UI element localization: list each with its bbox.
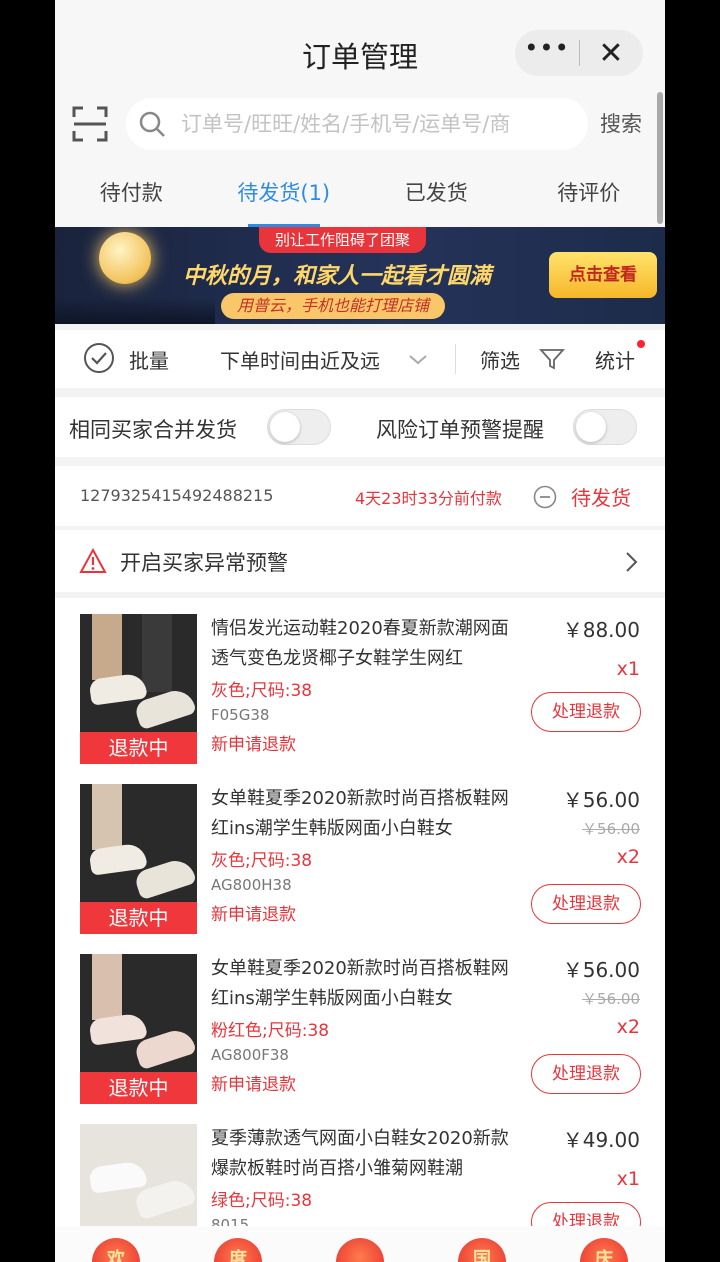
product-quantity: x1 — [616, 1168, 640, 1190]
product-price: ￥49.00 — [562, 1128, 640, 1152]
risk-alert-label: 风险订单预警提醒 — [376, 418, 544, 442]
product-name: 女单鞋夏季2020新款时尚百搭板鞋网红ins潮学生韩版网面小白鞋女 — [211, 958, 509, 1009]
list-item[interactable]: 退款中 女单鞋夏季2020新款时尚百搭板鞋网红ins潮学生韩版网面小白鞋女 粉红… — [55, 938, 665, 1108]
title-bar: 订单管理 ••• ✕ — [55, 0, 665, 95]
order-item-list: 退款中 情侣发光运动鞋2020春夏新款潮网面透气变色龙贤椰子女鞋学生网红 灰色;… — [55, 598, 665, 1226]
refund-status-tag: 退款中 — [80, 902, 197, 934]
nav-icon[interactable]: 度 — [214, 1238, 262, 1262]
product-code: F05G38 — [211, 706, 270, 724]
order-tabs: 待付款 待发货(1) 已发货 待评价 — [55, 155, 665, 227]
original-price: ￥56.00 — [582, 990, 640, 1008]
search-input[interactable] — [181, 106, 576, 142]
refund-note: 新申请退款 — [211, 905, 296, 925]
product-name: 情侣发光运动鞋2020春夏新款潮网面透气变色龙贤椰子女鞋学生网红 — [211, 618, 509, 669]
toggle-row: 相同买家合并发货 风险订单预警提醒 — [55, 397, 665, 457]
buyer-alert-label: 开启买家异常预警 — [120, 551, 288, 575]
search-row: 搜索 — [55, 95, 665, 155]
search-button[interactable]: 搜索 — [600, 108, 642, 138]
promo-banner[interactable]: 别让工作阻碍了团聚 中秋的月，和家人一起看才圆满 用普云，手机也能打理店铺 点击… — [55, 227, 665, 324]
risk-alert-toggle[interactable] — [573, 409, 637, 445]
filter-button[interactable]: 筛选 — [480, 345, 520, 374]
nav-icon[interactable]: 国 — [458, 1238, 506, 1262]
toggle-knob — [576, 412, 606, 442]
list-item[interactable]: 退款中 女单鞋夏季2020新款时尚百搭板鞋网红ins潮学生韩版网面小白鞋女 灰色… — [55, 768, 665, 938]
chevron-right-icon — [626, 552, 638, 572]
order-header[interactable]: 1279325415492488215 4天23时33分前付款 待发货 — [55, 466, 665, 526]
tab-pending-review[interactable]: 待评价 — [513, 155, 666, 227]
product-code: AG800H38 — [211, 876, 292, 894]
phone-screen: 订单管理 ••• ✕ 搜索 待付款 待发货(1) 已发货 待评价 — [55, 0, 665, 1262]
moon-icon — [99, 232, 151, 284]
banner-scenery — [55, 298, 215, 324]
chevron-down-icon[interactable] — [407, 348, 429, 370]
merge-shipping-label: 相同买家合并发货 — [69, 418, 237, 442]
warning-icon — [79, 548, 107, 573]
bottom-nav: 欢 度 国 庆 — [55, 1226, 665, 1262]
divider — [455, 344, 456, 374]
nav-icon[interactable] — [336, 1238, 384, 1262]
merge-shipping-toggle[interactable] — [267, 409, 331, 445]
order-number: 1279325415492488215 — [80, 486, 274, 505]
more-icon[interactable]: ••• — [515, 36, 579, 60]
list-item[interactable]: 退款中 情侣发光运动鞋2020春夏新款潮网面透气变色龙贤椰子女鞋学生网红 灰色;… — [55, 598, 665, 768]
product-code: AG800F38 — [211, 1046, 289, 1064]
search-icon — [139, 111, 165, 137]
sort-dropdown[interactable]: 下单时间由近及远 — [220, 345, 380, 374]
product-spec: 灰色;尺码:38 — [211, 851, 313, 871]
batch-check-icon[interactable] — [83, 342, 115, 374]
banner-cta-button[interactable]: 点击查看 — [549, 252, 657, 298]
stats-button[interactable]: 统计 — [595, 345, 635, 374]
product-image[interactable]: 退款中 — [80, 954, 197, 1104]
product-code: 8015 — [211, 1216, 250, 1226]
product-name: 夏季薄款透气网面小白鞋女2020新款爆款板鞋时尚百搭小雏菊网鞋潮 — [211, 1128, 509, 1179]
process-refund-button[interactable]: 处理退款 — [531, 1202, 641, 1226]
order-status: 待发货 — [571, 486, 631, 510]
minus-circle-icon[interactable] — [533, 485, 557, 509]
product-quantity: x2 — [616, 846, 640, 868]
product-spec: 绿色;尺码:38 — [211, 1191, 313, 1211]
product-image[interactable]: 退款中 — [80, 614, 197, 764]
product-spec: 灰色;尺码:38 — [211, 681, 313, 701]
banner-top-label: 别让工作阻碍了团聚 — [259, 227, 427, 253]
refund-note: 新申请退款 — [211, 735, 296, 755]
tab-pending-payment[interactable]: 待付款 — [55, 155, 208, 227]
payment-time: 4天23时33分前付款 — [355, 489, 502, 508]
process-refund-button[interactable]: 处理退款 — [531, 1054, 641, 1094]
banner-subtitle: 用普云，手机也能打理店铺 — [221, 293, 446, 319]
batch-button[interactable]: 批量 — [129, 345, 169, 374]
miniapp-capsule: ••• ✕ — [515, 30, 643, 76]
tab-shipped[interactable]: 已发货 — [360, 155, 513, 227]
refund-note: 新申请退款 — [211, 1075, 296, 1095]
product-spec: 粉红色;尺码:38 — [211, 1021, 330, 1041]
nav-icon[interactable]: 欢 — [92, 1238, 140, 1262]
tab-pending-shipment[interactable]: 待发货(1) — [208, 155, 361, 227]
refund-status-tag: 退款中 — [80, 732, 197, 764]
product-name: 女单鞋夏季2020新款时尚百搭板鞋网红ins潮学生韩版网面小白鞋女 — [211, 788, 509, 839]
nav-icon[interactable]: 庆 — [580, 1238, 628, 1262]
toggle-knob — [270, 412, 300, 442]
process-refund-button[interactable]: 处理退款 — [531, 692, 641, 732]
refund-status-tag: 退款中 — [80, 1072, 197, 1104]
product-quantity: x1 — [616, 658, 640, 680]
banner-headline: 中秋的月，和家人一起看才圆满 — [183, 264, 492, 289]
product-price: ￥88.00 — [562, 618, 640, 642]
filter-bar: 批量 下单时间由近及远 筛选 统计 — [55, 330, 665, 388]
scrollbar[interactable] — [657, 92, 663, 224]
buyer-alert-row[interactable]: 开启买家异常预警 — [55, 530, 665, 592]
product-image[interactable] — [80, 1124, 197, 1226]
original-price: ￥56.00 — [582, 820, 640, 838]
scan-icon[interactable] — [71, 105, 109, 143]
process-refund-button[interactable]: 处理退款 — [531, 884, 641, 924]
product-image[interactable]: 退款中 — [80, 784, 197, 934]
list-item[interactable]: 夏季薄款透气网面小白鞋女2020新款爆款板鞋时尚百搭小雏菊网鞋潮 绿色;尺码:3… — [55, 1108, 665, 1226]
close-icon[interactable]: ✕ — [580, 36, 642, 71]
product-quantity: x2 — [616, 1016, 640, 1038]
search-box[interactable] — [126, 98, 588, 150]
product-price: ￥56.00 — [562, 788, 640, 812]
notification-dot — [637, 340, 645, 348]
product-price: ￥56.00 — [562, 958, 640, 982]
filter-icon[interactable] — [539, 346, 565, 372]
